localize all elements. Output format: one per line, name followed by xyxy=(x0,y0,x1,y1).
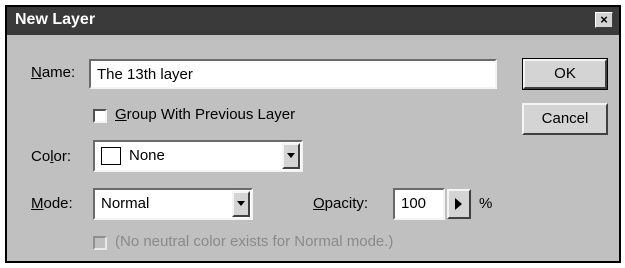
mode-label: Mode: xyxy=(31,195,73,212)
ok-button-focus-ring: OK xyxy=(522,58,608,90)
chevron-down-icon[interactable] xyxy=(282,143,300,169)
name-label: Name: xyxy=(31,64,76,81)
new-layer-dialog: New Layer × Name: The 13th layer OK Grou… xyxy=(5,5,621,263)
cancel-button[interactable]: Cancel xyxy=(522,103,608,135)
opacity-input-value: 100 xyxy=(401,195,427,212)
mode-select[interactable]: Normal xyxy=(93,188,253,220)
color-select[interactable]: None xyxy=(93,140,303,172)
color-swatch xyxy=(101,147,121,165)
opacity-slider-button[interactable] xyxy=(447,189,471,219)
opacity-label: Opacity: xyxy=(313,195,369,212)
title-bar: New Layer × xyxy=(7,7,619,35)
neutral-color-label: (No neutral color exists for Normal mode… xyxy=(115,233,394,250)
close-button[interactable]: × xyxy=(595,12,613,28)
ok-button[interactable]: OK xyxy=(523,59,607,89)
group-with-previous-checkbox[interactable] xyxy=(93,109,107,123)
close-icon: × xyxy=(600,12,608,27)
chevron-down-icon[interactable] xyxy=(232,191,250,217)
ok-button-label: OK xyxy=(554,65,576,82)
color-label: Color: xyxy=(31,148,72,165)
cancel-button-label: Cancel xyxy=(541,110,589,127)
opacity-unit: % xyxy=(479,195,493,212)
mode-select-value: Normal xyxy=(101,195,150,212)
color-select-value: None xyxy=(129,147,165,164)
name-input-value: The 13th layer xyxy=(97,66,193,83)
dialog-title: New Layer xyxy=(15,11,96,28)
opacity-input[interactable]: 100 xyxy=(393,188,445,220)
name-input[interactable]: The 13th layer xyxy=(89,59,497,89)
group-with-previous-label[interactable]: Group With Previous Layer xyxy=(115,106,295,123)
neutral-color-checkbox xyxy=(93,236,107,250)
